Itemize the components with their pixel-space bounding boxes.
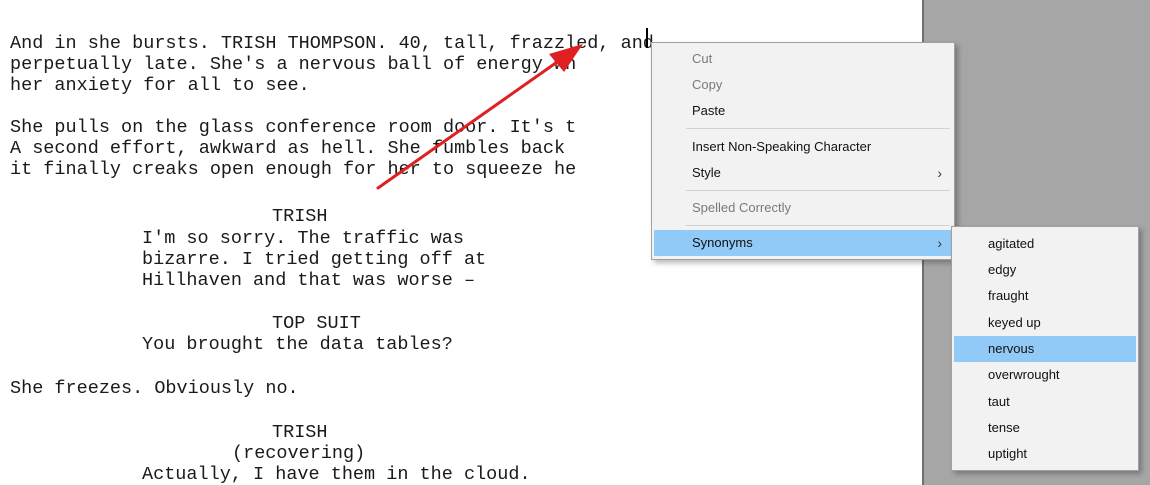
- menu-item-paste[interactable]: Paste: [654, 98, 952, 124]
- menu-item-synonyms-label: Synonyms: [692, 235, 753, 250]
- synonym-item[interactable]: keyed up: [954, 310, 1136, 336]
- context-menu: Cut Copy Paste Insert Non-Speaking Chara…: [651, 42, 955, 260]
- chevron-right-icon: ›: [937, 235, 942, 251]
- synonym-item[interactable]: nervous: [954, 336, 1136, 362]
- synonym-item[interactable]: tense: [954, 415, 1136, 441]
- menu-item-style-label: Style: [692, 165, 721, 180]
- menu-separator: [686, 190, 950, 191]
- synonym-item[interactable]: overwrought: [954, 362, 1136, 388]
- menu-item-style[interactable]: Style ›: [654, 160, 952, 186]
- synonym-item[interactable]: taut: [954, 389, 1136, 415]
- menu-item-copy[interactable]: Copy: [654, 72, 952, 98]
- synonym-item[interactable]: uptight: [954, 441, 1136, 467]
- menu-item-spelled-correctly[interactable]: Spelled Correctly: [654, 195, 952, 221]
- synonym-item[interactable]: agitated: [954, 231, 1136, 257]
- chevron-right-icon: ›: [937, 165, 942, 181]
- menu-separator: [686, 225, 950, 226]
- synonyms-submenu: agitated edgy fraught keyed up nervous o…: [951, 226, 1139, 471]
- menu-item-cut[interactable]: Cut: [654, 46, 952, 72]
- menu-item-insert-non-speaking-character[interactable]: Insert Non-Speaking Character: [654, 134, 952, 160]
- menu-item-synonyms[interactable]: Synonyms ›: [654, 230, 952, 256]
- menu-separator: [686, 128, 950, 129]
- synonym-item[interactable]: edgy: [954, 257, 1136, 283]
- synonym-item[interactable]: fraught: [954, 283, 1136, 309]
